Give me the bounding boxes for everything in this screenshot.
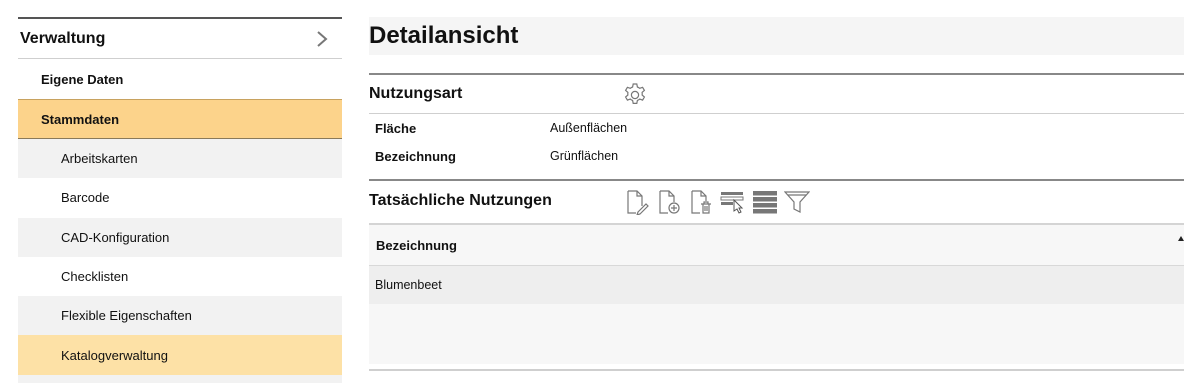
sidebar: Verwaltung Eigene Daten Stammdaten Arbei… (18, 17, 342, 383)
sidebar-item-cad-konfiguration[interactable]: CAD-Konfiguration (18, 217, 342, 257)
sidebar-item-label: Stammdaten (41, 111, 120, 127)
table-cell-bezeichnung: Blumenbeet (375, 278, 442, 292)
detail-panel: Detailansicht Nutzungsart Fläche Außenfl… (369, 17, 1184, 382)
sidebar-item-label: Eigene Daten (41, 71, 124, 87)
sidebar-item-katalogverwaltung[interactable]: Katalogverwaltung (18, 335, 342, 375)
sidebar-item-stammdaten[interactable]: Stammdaten (18, 99, 342, 139)
sidebar-item-label: Barcode (61, 190, 110, 206)
page-title: Detailansicht (369, 22, 519, 49)
field-value: Außenflächen (550, 121, 628, 135)
field-flaeche: Fläche Außenflächen (369, 114, 1184, 142)
filter-icon[interactable] (784, 189, 810, 215)
sidebar-item-label: CAD-Konfiguration (61, 229, 170, 245)
page-title-bar: Detailansicht (369, 17, 1184, 55)
sidebar-item-label: Flexible Eigenschaften (61, 308, 192, 324)
field-value: Grünflächen (550, 149, 619, 163)
edit-document-icon[interactable] (624, 189, 650, 215)
column-header-label: Bezeichnung (376, 237, 457, 253)
field-label: Fläche (375, 120, 417, 136)
sidebar-item-label: Arbeitskarten (61, 151, 138, 167)
field-label: Bezeichnung (375, 148, 456, 164)
add-document-icon[interactable] (656, 189, 682, 215)
list-rows-icon[interactable] (752, 189, 778, 215)
divider (369, 369, 1184, 371)
delete-document-icon[interactable] (688, 189, 714, 215)
select-rows-icon[interactable] (720, 189, 746, 215)
sidebar-item-checklisten[interactable]: Checklisten (18, 256, 342, 297)
table-header-bezeichnung[interactable]: Bezeichnung (369, 223, 1184, 266)
table-empty-area (369, 304, 1184, 364)
section-nutzungen-header: Tatsächliche Nutzungen (369, 179, 1184, 221)
toolbar (624, 189, 810, 215)
sidebar-item-flexible-eigenschaften[interactable]: Flexible Eigenschaften (18, 296, 342, 336)
sidebar-item-barcode[interactable]: Barcode (18, 178, 342, 218)
section-title: Tatsächliche Nutzungen (369, 192, 552, 209)
section-nutzungsart-header: Nutzungsart (369, 73, 1184, 113)
sidebar-item-arbeitskarten[interactable]: Arbeitskarten (18, 139, 342, 179)
gear-icon[interactable] (622, 82, 648, 108)
sidebar-item-label: Katalogverwaltung (61, 347, 168, 363)
sidebar-item-eigene-daten[interactable]: Eigene Daten (18, 59, 342, 99)
sidebar-item-label: Checklisten (61, 269, 129, 285)
table-row[interactable]: Blumenbeet (369, 266, 1184, 304)
chevron-right-icon[interactable] (316, 30, 328, 47)
field-bezeichnung: Bezeichnung Grünflächen (369, 142, 1184, 170)
sort-ascending-icon[interactable] (1178, 236, 1184, 241)
section-title: Nutzungsart (369, 85, 463, 102)
sidebar-header[interactable]: Verwaltung (18, 17, 342, 59)
sidebar-title: Verwaltung (20, 29, 106, 47)
